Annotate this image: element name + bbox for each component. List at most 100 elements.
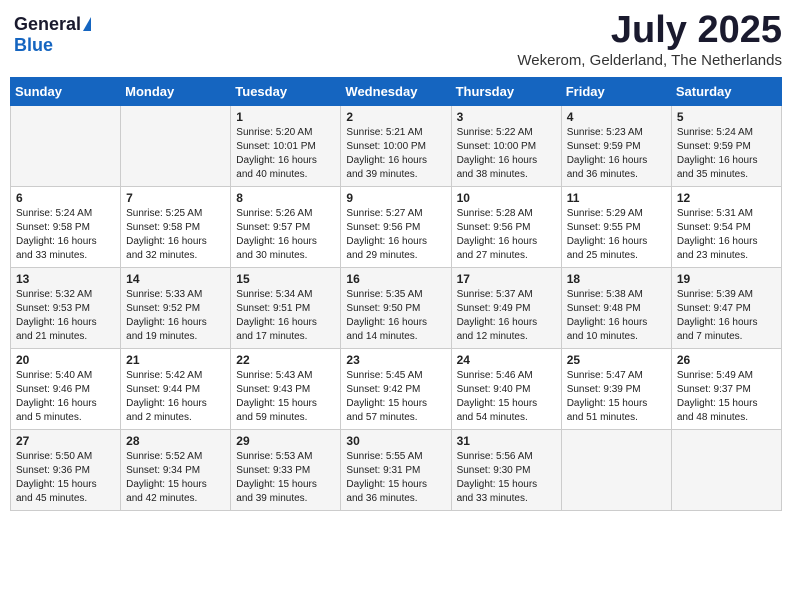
calendar-cell: 17Sunrise: 5:37 AM Sunset: 9:49 PM Dayli…	[451, 267, 561, 348]
day-header-monday: Monday	[121, 77, 231, 105]
calendar-cell: 21 Sunrise: 5:42 AM Sunset: 9:44 PM Dayli…	[121, 348, 231, 429]
day-number: 29	[236, 434, 335, 448]
day-number: 20	[16, 353, 115, 367]
day-info: Sunrise: 5:47 AM Sunset: 9:39 PM Dayligh…	[567, 369, 666, 425]
day-number: 18	[567, 272, 666, 286]
calendar-cell	[561, 429, 671, 510]
day-info: Sunrise: 5:29 AM Sunset: 9:55 PM Dayligh…	[567, 207, 666, 263]
calendar-cell: 1 Sunrise: 5:20 AM Sunset: 10:01 PM Dayli…	[231, 105, 341, 186]
day-number: 30	[346, 434, 445, 448]
calendar-cell: 26Sunrise: 5:49 AM Sunset: 9:37 PM Dayli…	[671, 348, 781, 429]
page-header: General Blue July 2025 Wekerom, Gelderla…	[10, 10, 782, 69]
day-number: 16	[346, 272, 445, 286]
calendar-table: SundayMondayTuesdayWednesdayThursdayFrid…	[10, 77, 782, 511]
calendar-cell: 23 Sunrise: 5:45 AM Sunset: 9:42 PM Dayli…	[341, 348, 451, 429]
calendar-cell: 6 Sunrise: 5:24 AM Sunset: 9:58 PM Daylig…	[11, 186, 121, 267]
day-info: Sunrise: 5:46 AM Sunset: 9:40 PM Dayligh…	[457, 369, 556, 425]
day-header-tuesday: Tuesday	[231, 77, 341, 105]
month-title: July 2025	[517, 10, 782, 52]
calendar-header-row: SundayMondayTuesdayWednesdayThursdayFrid…	[11, 77, 782, 105]
day-info: Sunrise: 5:31 AM Sunset: 9:54 PM Dayligh…	[677, 207, 776, 263]
day-info: Sunrise: 5:22 AM Sunset: 10:00 PM Daylig…	[457, 126, 556, 182]
day-number: 6	[16, 191, 115, 205]
calendar-cell: 31Sunrise: 5:56 AM Sunset: 9:30 PM Dayli…	[451, 429, 561, 510]
day-number: 13	[16, 272, 115, 286]
calendar-cell: 18 Sunrise: 5:38 AM Sunset: 9:48 PM Dayli…	[561, 267, 671, 348]
calendar-cell: 29 Sunrise: 5:53 AM Sunset: 9:33 PM Dayli…	[231, 429, 341, 510]
day-info: Sunrise: 5:21 AM Sunset: 10:00 PM Daylig…	[346, 126, 445, 182]
day-info: Sunrise: 5:53 AM Sunset: 9:33 PM Dayligh…	[236, 450, 335, 506]
calendar-cell	[121, 105, 231, 186]
day-info: Sunrise: 5:55 AM Sunset: 9:31 PM Dayligh…	[346, 450, 445, 506]
logo: General Blue	[10, 10, 95, 60]
day-info: Sunrise: 5:23 AM Sunset: 9:59 PM Dayligh…	[567, 126, 666, 182]
location-title: Wekerom, Gelderland, The Netherlands	[517, 52, 782, 69]
day-info: Sunrise: 5:42 AM Sunset: 9:44 PM Dayligh…	[126, 369, 225, 425]
title-area: July 2025 Wekerom, Gelderland, The Nethe…	[517, 10, 782, 69]
day-info: Sunrise: 5:25 AM Sunset: 9:58 PM Dayligh…	[126, 207, 225, 263]
calendar-cell: 12 Sunrise: 5:31 AM Sunset: 9:54 PM Dayli…	[671, 186, 781, 267]
calendar-cell: 3 Sunrise: 5:22 AM Sunset: 10:00 PM Dayli…	[451, 105, 561, 186]
calendar-cell: 30 Sunrise: 5:55 AM Sunset: 9:31 PM Dayli…	[341, 429, 451, 510]
calendar-cell	[11, 105, 121, 186]
calendar-cell: 24Sunrise: 5:46 AM Sunset: 9:40 PM Dayli…	[451, 348, 561, 429]
day-header-wednesday: Wednesday	[341, 77, 451, 105]
calendar-cell: 27Sunrise: 5:50 AM Sunset: 9:36 PM Dayli…	[11, 429, 121, 510]
day-number: 31	[457, 434, 556, 448]
calendar-cell: 15Sunrise: 5:34 AM Sunset: 9:51 PM Dayli…	[231, 267, 341, 348]
day-number: 21	[126, 353, 225, 367]
day-header-friday: Friday	[561, 77, 671, 105]
logo-blue-text: Blue	[14, 35, 53, 56]
calendar-cell: 8Sunrise: 5:26 AM Sunset: 9:57 PM Daylig…	[231, 186, 341, 267]
day-info: Sunrise: 5:24 AM Sunset: 9:58 PM Dayligh…	[16, 207, 115, 263]
calendar-cell: 2Sunrise: 5:21 AM Sunset: 10:00 PM Dayli…	[341, 105, 451, 186]
day-number: 3	[457, 110, 556, 124]
calendar-cell: 13 Sunrise: 5:32 AM Sunset: 9:53 PM Dayli…	[11, 267, 121, 348]
day-info: Sunrise: 5:52 AM Sunset: 9:34 PM Dayligh…	[126, 450, 225, 506]
day-number: 4	[567, 110, 666, 124]
day-number: 25	[567, 353, 666, 367]
day-info: Sunrise: 5:32 AM Sunset: 9:53 PM Dayligh…	[16, 288, 115, 344]
calendar-week-row: 6 Sunrise: 5:24 AM Sunset: 9:58 PM Daylig…	[11, 186, 782, 267]
day-info: Sunrise: 5:24 AM Sunset: 9:59 PM Dayligh…	[677, 126, 776, 182]
day-info: Sunrise: 5:27 AM Sunset: 9:56 PM Dayligh…	[346, 207, 445, 263]
calendar-cell: 19Sunrise: 5:39 AM Sunset: 9:47 PM Dayli…	[671, 267, 781, 348]
day-number: 27	[16, 434, 115, 448]
calendar-week-row: 1 Sunrise: 5:20 AM Sunset: 10:01 PM Dayli…	[11, 105, 782, 186]
day-number: 22	[236, 353, 335, 367]
day-number: 14	[126, 272, 225, 286]
calendar-cell: 4 Sunrise: 5:23 AM Sunset: 9:59 PM Daylig…	[561, 105, 671, 186]
day-info: Sunrise: 5:45 AM Sunset: 9:42 PM Dayligh…	[346, 369, 445, 425]
calendar-cell: 25 Sunrise: 5:47 AM Sunset: 9:39 PM Dayli…	[561, 348, 671, 429]
calendar-cell: 5 Sunrise: 5:24 AM Sunset: 9:59 PM Daylig…	[671, 105, 781, 186]
day-info: Sunrise: 5:40 AM Sunset: 9:46 PM Dayligh…	[16, 369, 115, 425]
day-number: 28	[126, 434, 225, 448]
day-number: 9	[346, 191, 445, 205]
day-info: Sunrise: 5:35 AM Sunset: 9:50 PM Dayligh…	[346, 288, 445, 344]
day-info: Sunrise: 5:43 AM Sunset: 9:43 PM Dayligh…	[236, 369, 335, 425]
logo-general-text: General	[14, 14, 81, 35]
day-header-sunday: Sunday	[11, 77, 121, 105]
day-number: 12	[677, 191, 776, 205]
day-info: Sunrise: 5:39 AM Sunset: 9:47 PM Dayligh…	[677, 288, 776, 344]
day-number: 10	[457, 191, 556, 205]
logo-triangle-icon	[83, 17, 91, 31]
day-number: 26	[677, 353, 776, 367]
calendar-cell: 9 Sunrise: 5:27 AM Sunset: 9:56 PM Daylig…	[341, 186, 451, 267]
day-info: Sunrise: 5:33 AM Sunset: 9:52 PM Dayligh…	[126, 288, 225, 344]
calendar-cell: 16 Sunrise: 5:35 AM Sunset: 9:50 PM Dayli…	[341, 267, 451, 348]
day-number: 23	[346, 353, 445, 367]
calendar-cell: 14 Sunrise: 5:33 AM Sunset: 9:52 PM Dayli…	[121, 267, 231, 348]
day-number: 7	[126, 191, 225, 205]
calendar-cell: 10 Sunrise: 5:28 AM Sunset: 9:56 PM Dayli…	[451, 186, 561, 267]
calendar-cell: 28 Sunrise: 5:52 AM Sunset: 9:34 PM Dayli…	[121, 429, 231, 510]
calendar-week-row: 13 Sunrise: 5:32 AM Sunset: 9:53 PM Dayli…	[11, 267, 782, 348]
day-info: Sunrise: 5:28 AM Sunset: 9:56 PM Dayligh…	[457, 207, 556, 263]
calendar-week-row: 20 Sunrise: 5:40 AM Sunset: 9:46 PM Dayli…	[11, 348, 782, 429]
day-info: Sunrise: 5:20 AM Sunset: 10:01 PM Daylig…	[236, 126, 335, 182]
day-info: Sunrise: 5:38 AM Sunset: 9:48 PM Dayligh…	[567, 288, 666, 344]
day-number: 17	[457, 272, 556, 286]
day-number: 1	[236, 110, 335, 124]
day-number: 8	[236, 191, 335, 205]
day-number: 5	[677, 110, 776, 124]
